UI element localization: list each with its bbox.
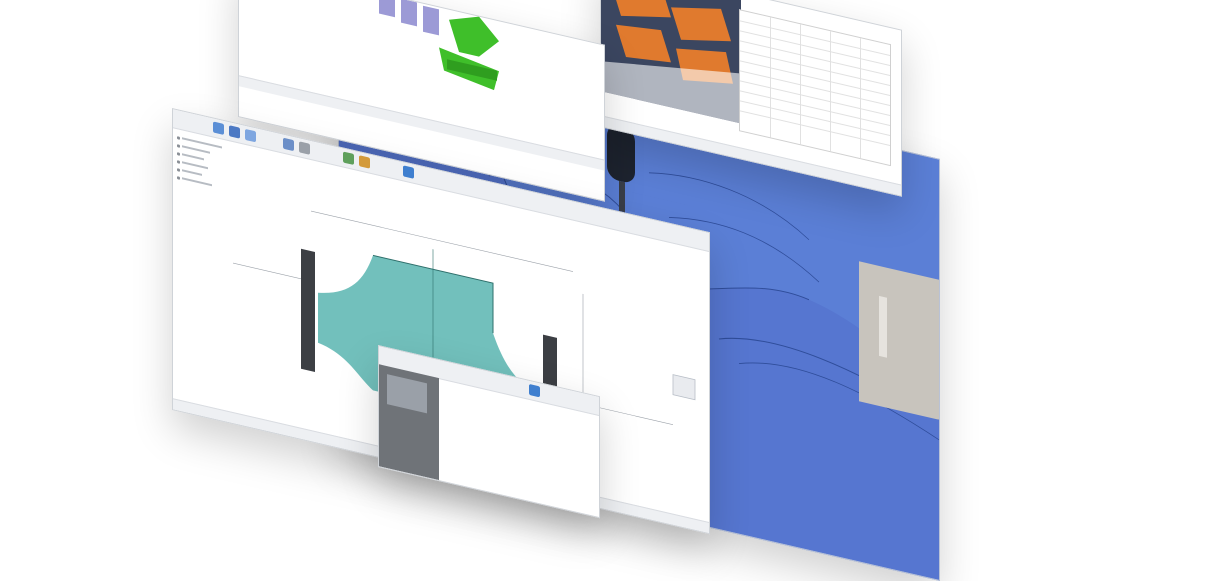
dialog-icon[interactable]	[529, 383, 540, 398]
lattice-part-icon	[379, 0, 439, 36]
view-cube-icon	[672, 374, 696, 401]
workspace-collage	[0, 0, 1224, 581]
